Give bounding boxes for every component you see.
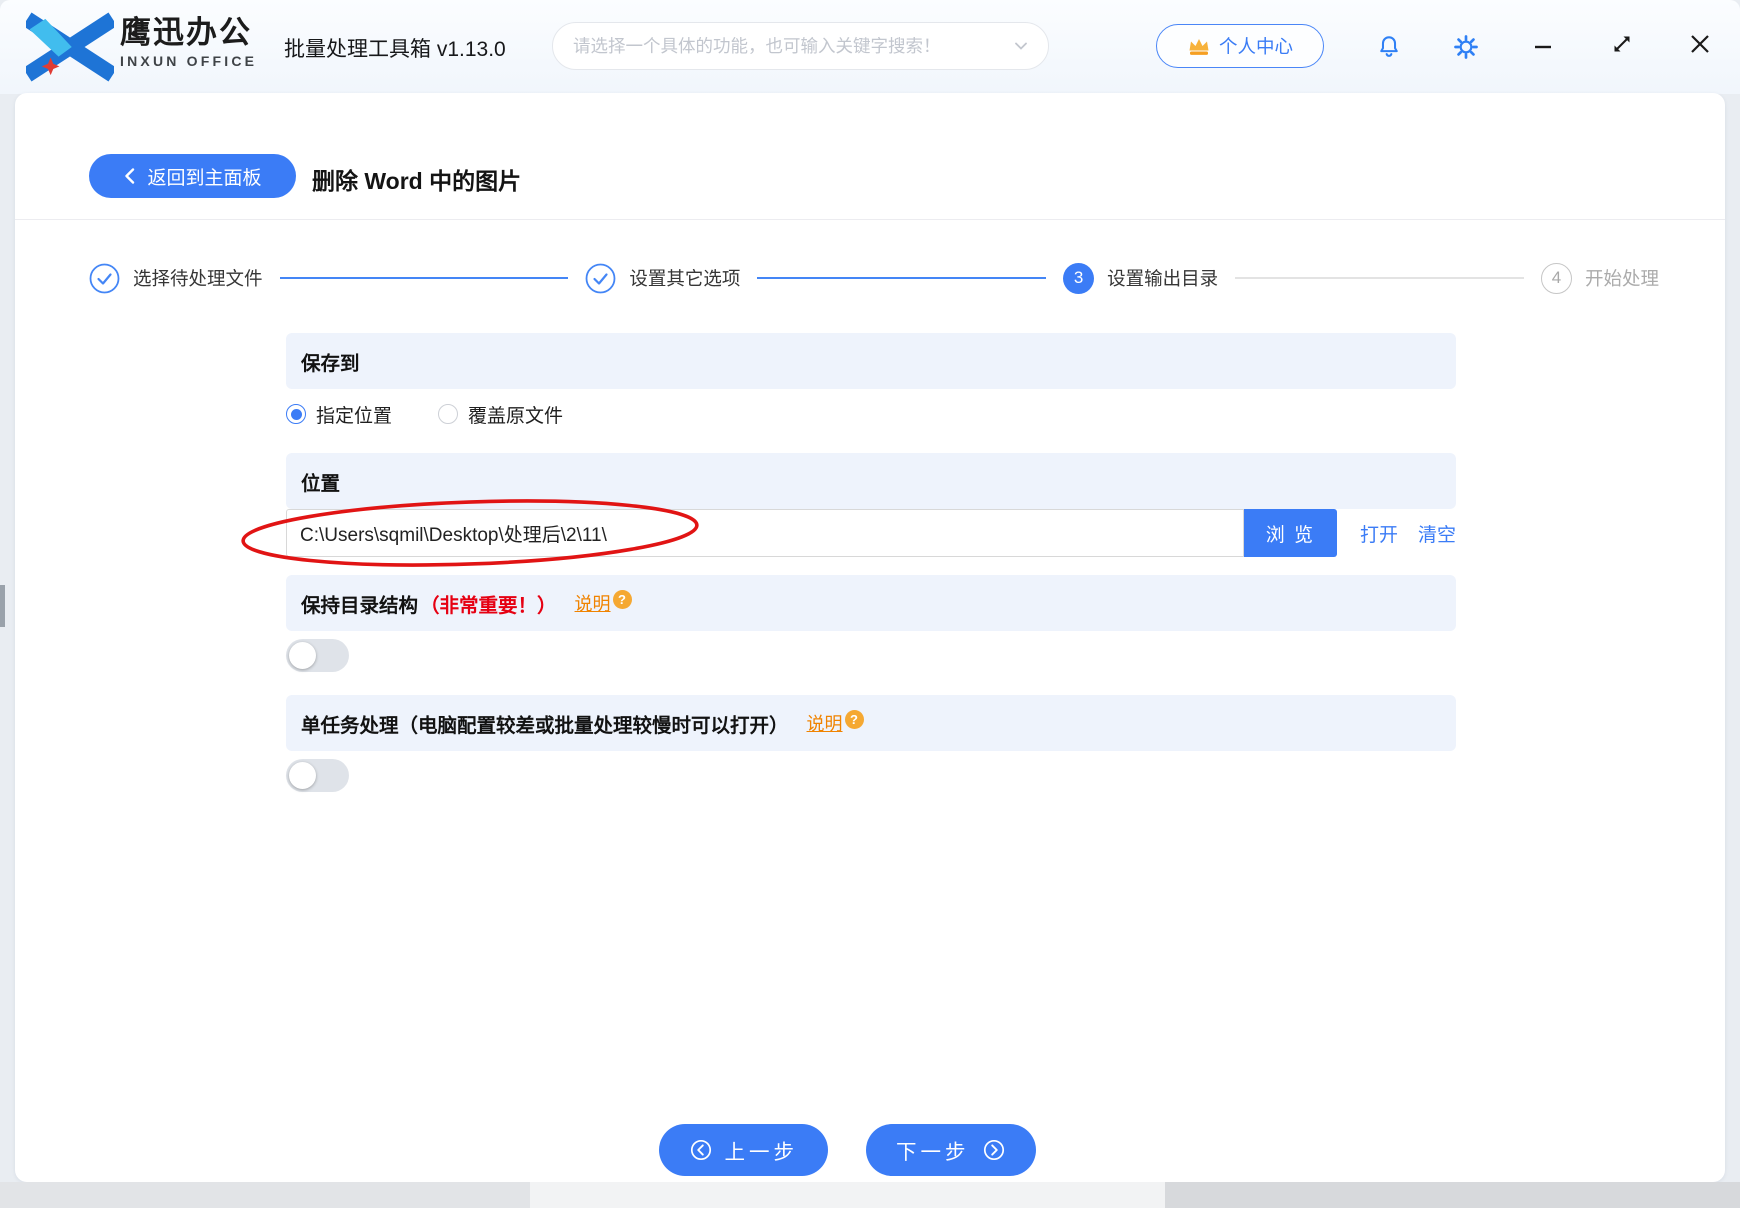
radio-overwrite-original[interactable]: 覆盖原文件 (438, 401, 563, 428)
step-other-options: 设置其它选项 (585, 263, 740, 294)
radio-circle-selected[interactable] (286, 404, 306, 424)
bell-icon (1380, 36, 1398, 57)
gear-icon (1454, 35, 1478, 59)
step-done-check-icon (89, 263, 120, 293)
main-panel (15, 93, 1725, 1182)
page-title: 删除 Word 中的图片 (312, 168, 522, 194)
location-section-header: 位置 (286, 453, 1456, 509)
step-label: 选择待处理文件 (133, 268, 263, 289)
radio-circle-unselected[interactable] (438, 404, 459, 424)
circle-arrow-left-icon (690, 1139, 711, 1161)
maximize-button[interactable] (1610, 32, 1634, 56)
output-path-row: 浏 览 打开 清空 (286, 509, 1456, 557)
step-label: 开始处理 (1584, 268, 1659, 289)
desktop-taskbar-strip (0, 1182, 1740, 1208)
save-to-section-header: 保存到 (286, 333, 1456, 389)
title-bar: 鹰迅办公 INXUN OFFICE 批量处理工具箱 v1.13.0 个人中心 (0, 0, 1740, 94)
step-label: 设置其它选项 (629, 268, 741, 289)
toggle-knob (289, 762, 316, 789)
open-folder-link[interactable]: 打开 (1360, 520, 1398, 547)
settings-button[interactable] (1452, 33, 1480, 61)
resize-expand-icon (1614, 36, 1630, 52)
back-to-dashboard-button[interactable]: 返回到主面板 (89, 154, 296, 198)
step-number-badge: 3 (1063, 262, 1095, 294)
radio-label: 指定位置 (316, 405, 393, 427)
path-actions: 打开 清空 (1360, 520, 1456, 547)
single-task-title: 单任务处理（电脑配置较差或批量处理较慢时可以打开） (301, 714, 789, 737)
single-task-toggle-off[interactable] (286, 759, 349, 792)
notifications-button[interactable] (1376, 33, 1402, 61)
wizard-nav-buttons: 上一步 下一步 (0, 1124, 1740, 1176)
minimize-icon (1535, 45, 1551, 49)
circle-arrow-right-icon (983, 1139, 1004, 1161)
location-title: 位置 (301, 472, 341, 495)
step-select-files: 选择待处理文件 (89, 263, 263, 294)
close-button[interactable] (1688, 32, 1712, 56)
radio-label: 覆盖原文件 (468, 405, 564, 427)
question-mark-icon: ? (612, 590, 632, 609)
next-step-label: 下一步 (896, 1141, 970, 1164)
header-divider (15, 219, 1725, 220)
chevron-left-icon (125, 168, 135, 184)
step-done-check-icon (585, 263, 616, 293)
back-button-label: 返回到主面板 (147, 167, 262, 189)
stepper-connector (1235, 277, 1524, 279)
previous-step-button[interactable]: 上一步 (658, 1124, 828, 1176)
function-search-select[interactable] (552, 22, 1049, 70)
keep-structure-important-note: （非常重要！） (420, 594, 557, 617)
help-label: 说明 (574, 594, 611, 614)
app-logo-icon (26, 12, 114, 82)
keep-structure-help-link[interactable]: 说明 ? (575, 590, 632, 616)
step-output-directory: 3 设置输出目录 (1063, 262, 1219, 294)
close-icon (1691, 35, 1709, 53)
chevron-down-icon[interactable] (1012, 37, 1030, 55)
browse-button[interactable]: 浏 览 (1243, 509, 1337, 557)
radio-specified-location[interactable]: 指定位置 (286, 401, 392, 428)
app-title: 批量处理工具箱 v1.13.0 (284, 38, 506, 61)
clear-path-link[interactable]: 清空 (1418, 520, 1456, 547)
wizard-stepper: 选择待处理文件 设置其它选项 3 设置输出目录 4 开始处理 (89, 260, 1659, 296)
step-start-processing: 4 开始处理 (1540, 262, 1659, 294)
crown-icon (1189, 38, 1209, 55)
stepper-connector (279, 277, 569, 279)
user-center-label: 个人中心 (1218, 36, 1293, 57)
brand-block: 鹰迅办公 INXUN OFFICE (120, 15, 257, 71)
single-task-section-header: 单任务处理（电脑配置较差或批量处理较慢时可以打开） 说明 ? (286, 695, 1456, 751)
help-label: 说明 (806, 714, 843, 734)
brand-name-en: INXUN OFFICE (120, 53, 258, 69)
user-center-button[interactable]: 个人中心 (1156, 24, 1324, 68)
keep-structure-toggle-off[interactable] (286, 639, 349, 672)
question-mark-icon: ? (844, 710, 864, 729)
step-label: 设置输出目录 (1107, 268, 1219, 289)
stepper-connector (757, 277, 1047, 279)
brand-name-cn: 鹰迅办公 (120, 15, 252, 50)
keep-structure-section-header: 保持目录结构 （非常重要！） 说明 ? (286, 575, 1456, 631)
toggle-knob (289, 642, 316, 669)
output-path-input[interactable] (286, 509, 1244, 557)
window-edge-sliver (0, 585, 5, 627)
single-task-help-link[interactable]: 说明 ? (807, 710, 864, 736)
search-input[interactable] (573, 35, 1012, 57)
next-step-button[interactable]: 下一步 (866, 1124, 1036, 1176)
taskbar-segment (1165, 1182, 1740, 1208)
taskbar-segment (530, 1182, 1165, 1208)
minimize-button[interactable] (1532, 36, 1554, 58)
step-number-badge: 4 (1540, 262, 1572, 294)
keep-structure-title: 保持目录结构 (301, 594, 419, 617)
previous-step-label: 上一步 (724, 1141, 798, 1164)
save-to-title: 保存到 (301, 352, 360, 375)
save-to-options: 指定位置 覆盖原文件 (286, 399, 609, 429)
